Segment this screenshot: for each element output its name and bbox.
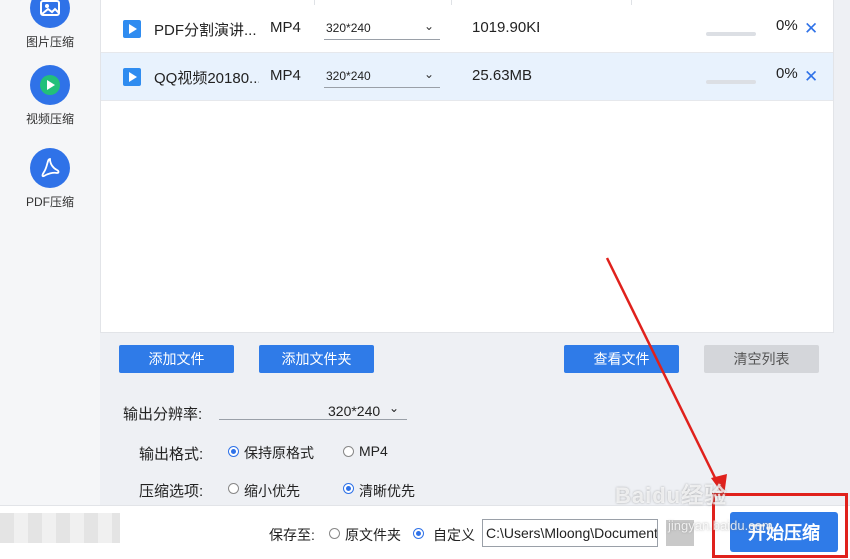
file-resolution-select[interactable]: 320*240 ⌄ — [324, 16, 440, 40]
compress-label: 压缩选项: — [139, 483, 204, 500]
sidebar-item-label: 图片压缩 — [25, 35, 74, 49]
save-custom-label[interactable]: 自定义 — [433, 525, 475, 545]
resolution-select[interactable]: 320*240 ⌄ — [219, 400, 407, 420]
save-original-radio[interactable] — [329, 528, 340, 539]
file-row[interactable]: QQ视频20180... MP4 320*240 ⌄ 25.63MB 0% ✕ — [101, 53, 833, 101]
sidebar: 图片压缩 视频压缩 PDF压缩 — [0, 0, 100, 510]
view-file-button[interactable]: 查看文件 — [564, 345, 679, 373]
format-label: 输出格式: — [139, 446, 204, 463]
compress-clear-label[interactable]: 清晰优先 — [359, 481, 415, 501]
file-name: PDF分割演讲... — [154, 22, 257, 39]
blurred-region — [0, 513, 120, 543]
video-file-icon — [123, 20, 141, 38]
add-folder-button[interactable]: 添加文件夹 — [259, 345, 374, 373]
sidebar-item-video-compress[interactable]: 视频压缩 — [0, 65, 100, 127]
format-keep-radio[interactable] — [228, 446, 239, 457]
file-progress-bar — [706, 32, 756, 36]
file-progress-bar — [706, 80, 756, 84]
format-mp4-label[interactable]: MP4 — [359, 443, 388, 459]
file-resolution-value: 320*240 — [326, 69, 371, 83]
sidebar-item-pdf-compress[interactable]: PDF压缩 — [0, 148, 100, 210]
file-name: QQ视频20180... — [154, 70, 259, 87]
chevron-down-icon: ⌄ — [423, 19, 434, 33]
file-size: 25.63MB — [472, 67, 533, 84]
save-custom-radio[interactable] — [413, 528, 424, 539]
file-percent: 0% — [776, 65, 798, 82]
save-original-label[interactable]: 原文件夹 — [345, 525, 401, 545]
sidebar-item-label: PDF压缩 — [25, 195, 74, 209]
file-resolution-value: 320*240 — [326, 21, 371, 35]
resolution-value: 320*240 — [328, 403, 381, 419]
file-format: MP4 — [270, 19, 301, 36]
compress-clear-radio[interactable] — [343, 483, 354, 494]
chevron-down-icon: ⌄ — [388, 401, 399, 415]
file-size: 1019.90KB — [472, 19, 539, 36]
resolution-label: 输出分辨率: — [123, 406, 203, 423]
pdf-icon — [30, 148, 70, 188]
clear-list-button[interactable]: 清空列表 — [704, 345, 819, 373]
video-file-icon — [123, 68, 141, 86]
compress-small-label[interactable]: 缩小优先 — [244, 481, 300, 501]
image-icon — [30, 0, 70, 28]
file-format: MP4 — [270, 67, 301, 84]
close-icon[interactable]: ✕ — [804, 67, 818, 87]
save-label: 保存至: — [269, 527, 315, 543]
compress-small-radio[interactable] — [228, 483, 239, 494]
save-path-input[interactable]: C:\Users\Mloong\Documents — [482, 519, 658, 547]
sidebar-item-label: 视频压缩 — [25, 112, 74, 126]
bottom-bar — [0, 505, 850, 559]
file-row[interactable]: PDF分割演讲... MP4 320*240 ⌄ 1019.90KB 0% ✕ — [101, 5, 833, 53]
file-list: PDF分割演讲... MP4 320*240 ⌄ 1019.90KB 0% ✕ … — [100, 0, 834, 333]
play-circle-icon — [30, 65, 70, 105]
browse-button[interactable] — [666, 520, 694, 546]
add-file-button[interactable]: 添加文件 — [119, 345, 234, 373]
start-compress-button[interactable]: 开始压缩 — [730, 512, 838, 552]
sidebar-item-image-compress[interactable]: 图片压缩 — [0, 0, 100, 50]
file-resolution-select[interactable]: 320*240 ⌄ — [324, 64, 440, 88]
chevron-down-icon: ⌄ — [423, 67, 434, 81]
close-icon[interactable]: ✕ — [804, 19, 818, 39]
format-keep-label[interactable]: 保持原格式 — [244, 443, 314, 463]
format-mp4-radio[interactable] — [343, 446, 354, 457]
file-percent: 0% — [776, 17, 798, 34]
